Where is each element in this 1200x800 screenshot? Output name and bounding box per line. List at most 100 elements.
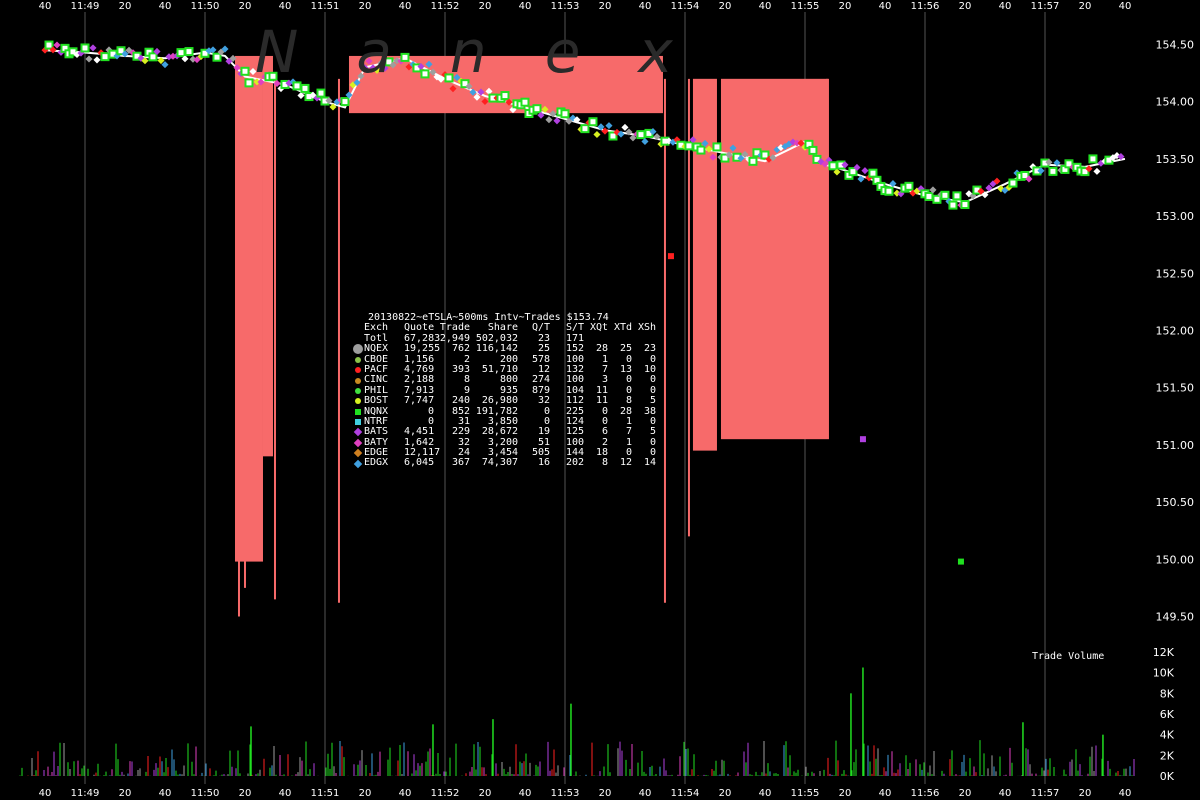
volume-tick-label: 6K — [1160, 708, 1175, 721]
stats-cell: 240 — [451, 395, 470, 407]
stats-cell: 367 — [451, 457, 470, 469]
exchange-marker-icon — [352, 386, 364, 396]
stats-cell: EDGX — [364, 457, 389, 469]
time-tick-label: 20 — [359, 788, 372, 799]
stats-cell: 116,142 — [475, 343, 518, 355]
time-tick-label: 40 — [279, 788, 292, 799]
exchange-marker-icon — [352, 448, 364, 458]
volume-tick-label: 0K — [1160, 770, 1175, 783]
trade-marker — [924, 191, 934, 201]
stats-cell: XQt — [589, 322, 608, 334]
trade-marker — [621, 123, 629, 131]
volume-bars — [19, 667, 1135, 776]
stats-cell: 25 — [619, 343, 632, 355]
trade-marker — [588, 117, 598, 127]
trade-marker — [808, 145, 818, 155]
spread-block — [692, 78, 717, 451]
stats-cell: 5 — [649, 395, 656, 407]
stats-row: BOST 7,747 240 26,980 32 112 11 8 5 — [352, 395, 656, 407]
trade-marker — [696, 145, 706, 155]
time-tick-label: 11:51 — [311, 1, 340, 12]
stats-cell: 74,307 — [481, 457, 518, 469]
volume-axis: 12K 10K 8K 6K 4K 2K 0K — [1153, 646, 1175, 783]
trade-marker — [940, 190, 950, 200]
exchange-marker-icon — [352, 355, 364, 365]
trade-marker — [748, 156, 758, 166]
time-tick-label: 40 — [159, 788, 172, 799]
price-tick-label: 150.50 — [1156, 496, 1195, 509]
trade-markers — [41, 40, 1126, 565]
price-tick-label: 150.00 — [1156, 553, 1195, 566]
time-tick-label: 40 — [519, 1, 532, 12]
volume-tick-label: 10K — [1153, 667, 1175, 680]
time-tick-label: 40 — [519, 788, 532, 799]
stats-cell: 16 — [537, 457, 550, 469]
outlier-trade — [667, 253, 674, 260]
trade-marker — [184, 47, 194, 57]
stats-cell: 112 — [565, 395, 584, 407]
stats-cell: XSh — [637, 322, 656, 334]
volume-tick-label: 2K — [1160, 749, 1175, 762]
exchange-marker-icon — [352, 417, 364, 427]
trade-marker — [712, 142, 722, 152]
time-tick-label: 20 — [719, 1, 732, 12]
time-tick-label: 20 — [599, 788, 612, 799]
time-tick-label: 20 — [359, 1, 372, 12]
trade-marker — [1008, 178, 1018, 188]
time-tick-label: 11:54 — [671, 1, 700, 12]
trade-marker — [605, 122, 613, 130]
time-tick-label: 11:52 — [431, 788, 460, 799]
time-tick-label: 20 — [479, 788, 492, 799]
time-tick-label: 40 — [759, 1, 772, 12]
trade-marker — [44, 40, 54, 50]
trade-marker — [545, 116, 553, 124]
price-tick-label: 153.00 — [1156, 210, 1195, 223]
trade-marker — [932, 194, 942, 204]
trade-marker — [952, 191, 962, 201]
trade-marker — [532, 104, 542, 114]
stats-cell: 28 — [595, 343, 608, 355]
trade-marker — [636, 130, 646, 140]
trade-marker — [593, 130, 601, 139]
trade-marker — [1048, 166, 1058, 176]
time-tick-label: 20 — [239, 788, 252, 799]
trade-marker — [176, 48, 186, 58]
price-axis: 154.50 154.00 153.50 153.00 152.50 152.00 151.… — [1156, 39, 1195, 624]
time-tick-label: 11:50 — [191, 788, 220, 799]
trade-marker — [904, 181, 914, 191]
stats-cell: 23 — [643, 343, 656, 355]
trade-marker — [884, 186, 894, 196]
trade-marker — [80, 43, 90, 53]
stats-cell: 25 — [537, 343, 550, 355]
time-tick-label: 11:55 — [791, 1, 820, 12]
time-tick-label: 20 — [719, 788, 732, 799]
time-tick-label: 40 — [39, 1, 52, 12]
price-tick-label: 152.00 — [1156, 325, 1195, 338]
time-tick-label: 11:56 — [911, 788, 940, 799]
stats-cell: 202 — [565, 457, 584, 469]
time-tick-label: 11:54 — [671, 788, 700, 799]
stats-cell: 6,045 — [404, 457, 435, 469]
price-tick-label: 152.50 — [1156, 267, 1195, 280]
time-tick-label: 11:56 — [911, 1, 940, 12]
time-tick-label: 20 — [839, 788, 852, 799]
exchange-marker-icon — [352, 365, 364, 375]
stats-cell: 26,980 — [481, 395, 518, 407]
time-tick-label: 11:52 — [431, 1, 460, 12]
time-tick-label: 11:57 — [1031, 1, 1060, 12]
time-tick-label: 11:50 — [191, 1, 220, 12]
stats-cell: 14 — [643, 457, 656, 469]
time-tick-label: 40 — [639, 1, 652, 12]
trade-marker — [580, 124, 590, 134]
volume-tick-label: 4K — [1160, 729, 1175, 742]
trade-marker — [240, 66, 250, 76]
exchange-marker-icon — [352, 396, 364, 406]
trade-marker — [89, 44, 97, 52]
time-tick-label: 20 — [479, 1, 492, 12]
exchange-marker-icon — [352, 334, 364, 344]
watermark: Nanex — [255, 18, 731, 86]
quote-spread-area — [234, 55, 829, 562]
time-tick-label: 11:57 — [1031, 788, 1060, 799]
time-tick-label: 11:51 — [311, 788, 340, 799]
time-tick-label: 40 — [999, 1, 1012, 12]
